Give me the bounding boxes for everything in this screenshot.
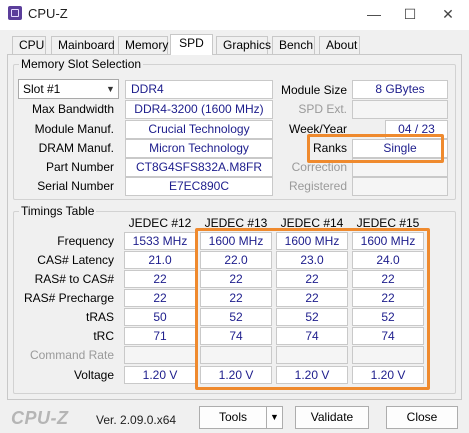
timing-cell: 1600 MHz [276, 232, 348, 250]
close-icon[interactable]: ✕ [437, 4, 459, 24]
module-manuf-label: Module Manuf. [34, 122, 114, 136]
timing-cell: 22 [276, 270, 348, 288]
ras-precharge-label: RAS# Precharge [23, 291, 114, 305]
timing-cell: 22 [276, 289, 348, 307]
timing-cell: 52 [352, 308, 424, 326]
max-bandwidth-label: Max Bandwidth [31, 102, 114, 116]
tab-spd[interactable]: SPD [170, 34, 213, 55]
app-icon [8, 6, 22, 20]
timings-group-title: Timings Table [19, 204, 97, 218]
module-manuf-field: Crucial Technology [125, 120, 273, 139]
tab-cpu[interactable]: CPU [12, 36, 46, 54]
serial-number-field: E7EC890C [125, 177, 273, 196]
part-number-field: CT8G4SFS832A.M8FR [125, 158, 273, 177]
minimize-icon[interactable]: — [363, 4, 385, 24]
validate-button[interactable]: Validate [295, 406, 369, 429]
timing-cell: 21.0 [124, 251, 196, 269]
slot-select-value: Slot #1 [23, 82, 61, 96]
cpuz-logo: CPU-Z [11, 408, 69, 428]
week-year-label: Week/Year [288, 122, 347, 136]
module-size-label: Module Size [280, 83, 347, 97]
maximize-icon[interactable]: ☐ [399, 4, 421, 24]
voltage-label: Voltage [73, 368, 114, 382]
timing-cell: 52 [276, 308, 348, 326]
timing-cell: 1.20 V [352, 366, 424, 384]
timing-cell: 71 [124, 327, 196, 345]
dram-manuf-label: DRAM Manuf. [38, 141, 114, 155]
timing-cell: 24.0 [352, 251, 424, 269]
frequency-label: Frequency [57, 234, 114, 248]
timing-cell: 22 [124, 270, 196, 288]
timing-cell: 1.20 V [276, 366, 348, 384]
timing-cell: 50 [124, 308, 196, 326]
column-header-jedec-14: JEDEC #14 [280, 216, 344, 230]
column-header-jedec-12: JEDEC #12 [128, 216, 192, 230]
dram-manuf-field: Micron Technology [125, 139, 273, 158]
week-year-field: 04 / 23 [385, 120, 448, 139]
close-button[interactable]: Close [386, 406, 458, 429]
max-bandwidth-field: DDR4-3200 (1600 MHz) [125, 100, 273, 119]
timing-cell: 52 [200, 308, 272, 326]
column-header-jedec-15: JEDEC #15 [356, 216, 420, 230]
timing-cell: 1.20 V [124, 366, 196, 384]
ras-to-cas-label: RAS# to CAS# [34, 272, 114, 286]
tras-label: tRAS [85, 310, 114, 324]
registered-label: Registered [288, 179, 347, 193]
timing-cell: 1600 MHz [200, 232, 272, 250]
timing-cell [276, 346, 348, 364]
timing-cell: 23.0 [276, 251, 348, 269]
timing-cell: 1533 MHz [124, 232, 196, 250]
timing-cell: 22.0 [200, 251, 272, 269]
timing-cell [200, 346, 272, 364]
ranks-label: Ranks [312, 141, 347, 155]
timing-cell: 1.20 V [200, 366, 272, 384]
timing-cell: 74 [200, 327, 272, 345]
correction-label: Correction [291, 160, 347, 174]
column-header-jedec-13: JEDEC #13 [204, 216, 268, 230]
window-title: CPU-Z [28, 6, 68, 21]
command-rate-label: Command Rate [29, 348, 114, 362]
dropdown-arrow-icon: ▼ [106, 84, 115, 94]
tab-mainboard[interactable]: Mainboard [51, 36, 115, 54]
correction-field [352, 158, 448, 177]
memory-slot-group-title: Memory Slot Selection [19, 57, 144, 71]
spd-ext-field [352, 100, 448, 119]
module-size-field: 8 GBytes [352, 80, 448, 99]
timing-cell [352, 346, 424, 364]
tab-graphics[interactable]: Graphics [216, 36, 271, 54]
tab-memory[interactable]: Memory [118, 36, 168, 54]
timing-cell [124, 346, 196, 364]
dropdown-arrow-icon[interactable]: ▼ [266, 406, 283, 429]
timing-cell: 74 [276, 327, 348, 345]
timing-cell: 22 [200, 289, 272, 307]
timing-cell: 22 [200, 270, 272, 288]
ranks-field: Single [352, 139, 448, 158]
slot-select[interactable]: Slot #1 ▼ [18, 79, 119, 99]
serial-number-label: Serial Number [37, 179, 114, 193]
timing-cell: 22 [124, 289, 196, 307]
tab-bench[interactable]: Bench [272, 36, 315, 54]
registered-field [352, 177, 448, 196]
tab-about[interactable]: About [319, 36, 360, 54]
version-label: Ver. 2.09.0.x64 [96, 413, 177, 427]
cas-latency-label: CAS# Latency [37, 253, 114, 267]
memory-type-field: DDR4 [125, 80, 273, 99]
part-number-label: Part Number [45, 160, 114, 174]
timing-cell: 1600 MHz [352, 232, 424, 250]
timing-cell: 74 [352, 327, 424, 345]
spd-ext-label: SPD Ext. [298, 102, 347, 116]
timing-cell: 22 [352, 270, 424, 288]
timing-cell: 22 [352, 289, 424, 307]
tools-button[interactable]: Tools [199, 406, 267, 429]
trc-label: tRC [93, 329, 114, 343]
